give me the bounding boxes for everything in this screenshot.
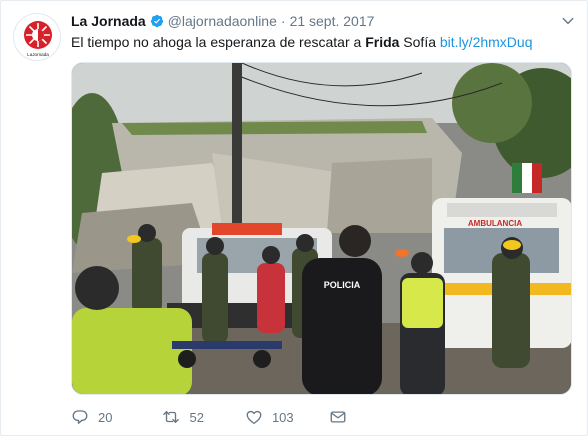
separator-dot: ·	[280, 13, 286, 29]
display-name[interactable]: La Jornada	[71, 13, 146, 29]
reply-button[interactable]: 20	[71, 408, 112, 426]
like-button[interactable]: 103	[245, 408, 294, 426]
heart-icon	[246, 410, 262, 425]
direct-message-button[interactable]	[329, 408, 347, 426]
retweet-button[interactable]: 52	[162, 408, 204, 426]
tweet-card[interactable]: LaJornada La Jornada @lajornadaonline · …	[0, 0, 588, 436]
retweet-arrows-icon	[163, 411, 180, 423]
tweet-text: El tiempo no ahoga la esperanza de resca…	[71, 33, 532, 51]
chevron-down-icon[interactable]	[561, 14, 575, 28]
handle[interactable]: @lajornadaonline	[168, 13, 277, 29]
ambulance-text: AMBULANCIA	[468, 219, 522, 228]
timestamp-link[interactable]: 21 sept. 2017	[290, 13, 375, 29]
reply-count: 20	[98, 409, 113, 425]
avatar[interactable]: LaJornada	[13, 13, 61, 61]
envelope-icon	[330, 411, 346, 423]
bold-name: Frida	[365, 34, 400, 50]
tweet-text-end: Sofía	[399, 34, 440, 50]
verified-badge-icon	[150, 14, 163, 28]
tweet-header: La Jornada @lajornadaonline · 21 sept. 2…	[71, 12, 374, 30]
la-jornada-logo-icon: LaJornada	[24, 21, 52, 57]
tweet-photo[interactable]: AMBULANCIA POLICIA	[71, 62, 572, 395]
police-text: POLICIA	[324, 280, 361, 290]
speech-bubble-icon	[72, 410, 88, 424]
retweet-count: 52	[189, 409, 204, 425]
action-bar: 20 52 103	[71, 405, 347, 429]
shortened-link[interactable]: bit.ly/2hmxDuq	[440, 34, 533, 50]
rescue-scene-photo: AMBULANCIA POLICIA	[72, 63, 571, 394]
like-count: 103	[271, 409, 294, 425]
tweet-text-start: El tiempo no ahoga la esperanza de resca…	[71, 34, 366, 50]
avatar-wordmark: LaJornada	[27, 52, 49, 57]
